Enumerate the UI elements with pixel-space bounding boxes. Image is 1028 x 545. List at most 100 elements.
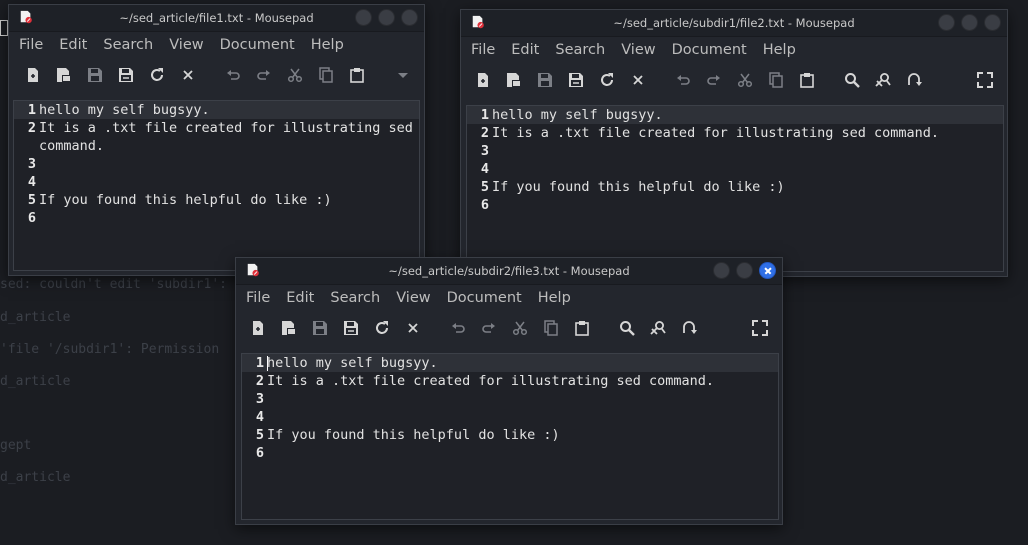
undo-icon[interactable] xyxy=(450,320,466,336)
menu-bar: File Edit Search View Document Help xyxy=(236,285,782,311)
close-document-icon[interactable] xyxy=(180,67,196,83)
toolbar xyxy=(9,58,424,92)
editor-line: 2 It is a .txt file created for illustrat… xyxy=(480,125,940,141)
menu-edit[interactable]: Edit xyxy=(511,42,539,58)
mousepad-window-file1[interactable]: ~/sed_article/file1.txt - Mousepad File … xyxy=(8,4,425,276)
menu-search[interactable]: Search xyxy=(330,290,380,306)
cut-icon[interactable] xyxy=(287,67,303,83)
new-window-icon[interactable] xyxy=(56,67,72,83)
undo-icon[interactable] xyxy=(675,72,691,88)
editor-line: 4 xyxy=(480,161,489,177)
redo-icon[interactable] xyxy=(706,72,722,88)
close-document-icon[interactable] xyxy=(405,320,421,336)
terminal-line: d_article xyxy=(0,470,71,485)
close-document-icon[interactable] xyxy=(630,72,646,88)
mousepad-window-file3[interactable]: ~/sed_article/subdir2/file3.txt - Mousep… xyxy=(235,257,783,525)
close-button[interactable] xyxy=(401,9,418,26)
save-icon[interactable] xyxy=(312,320,328,336)
menu-search[interactable]: Search xyxy=(103,37,153,53)
editor-line: 5 If you found this helpful do like :) xyxy=(27,192,332,208)
text-editor[interactable]: 1 hello my self bugsyy. 2 It is a .txt fil… xyxy=(466,105,1004,272)
terminal-line: gept xyxy=(0,438,32,453)
fullscreen-icon[interactable] xyxy=(977,72,993,88)
new-document-icon[interactable] xyxy=(250,320,266,336)
title-bar[interactable]: ~/sed_article/subdir1/file2.txt - Mousep… xyxy=(461,10,1007,37)
toolbar-overflow-icon[interactable] xyxy=(395,67,411,83)
menu-document[interactable]: Document xyxy=(447,290,522,306)
terminal-line: 'file '/subdir1': Permission xyxy=(0,342,220,357)
find-replace-icon[interactable] xyxy=(650,320,666,336)
reload-icon[interactable] xyxy=(149,67,165,83)
menu-help[interactable]: Help xyxy=(538,290,571,306)
editor-line: command. xyxy=(39,138,105,154)
menu-help[interactable]: Help xyxy=(763,42,796,58)
menu-search[interactable]: Search xyxy=(555,42,605,58)
search-icon[interactable] xyxy=(619,320,635,336)
new-document-icon[interactable] xyxy=(475,72,491,88)
paste-icon[interactable] xyxy=(799,72,815,88)
editor-line: 6 xyxy=(480,197,489,213)
close-button[interactable] xyxy=(984,14,1001,31)
maximize-button[interactable] xyxy=(736,262,753,279)
window-title: ~/sed_article/subdir1/file2.txt - Mousep… xyxy=(613,16,855,30)
menu-file[interactable]: File xyxy=(246,290,270,306)
save-as-icon[interactable] xyxy=(343,320,359,336)
copy-icon[interactable] xyxy=(318,67,334,83)
cut-icon[interactable] xyxy=(512,320,528,336)
editor-line: 5 If you found this helpful do like :) xyxy=(480,179,785,195)
title-bar[interactable]: ~/sed_article/subdir2/file3.txt - Mousep… xyxy=(236,258,782,285)
new-window-icon[interactable] xyxy=(281,320,297,336)
menu-file[interactable]: File xyxy=(19,37,43,53)
copy-icon[interactable] xyxy=(768,72,784,88)
go-to-line-icon[interactable] xyxy=(681,320,697,336)
minimize-button[interactable] xyxy=(938,14,955,31)
save-as-icon[interactable] xyxy=(568,72,584,88)
reload-icon[interactable] xyxy=(599,72,615,88)
editor-line: 4 xyxy=(27,174,36,190)
text-editor[interactable]: 1 hello my self bugsyy. 2 It is a .txt fil… xyxy=(241,353,779,520)
editor-line: 6 xyxy=(255,445,264,461)
go-to-line-icon[interactable] xyxy=(906,72,922,88)
menu-file[interactable]: File xyxy=(471,42,495,58)
find-replace-icon[interactable] xyxy=(875,72,891,88)
terminal-line: d_article xyxy=(0,374,71,389)
menu-document[interactable]: Document xyxy=(220,37,295,53)
cut-icon[interactable] xyxy=(737,72,753,88)
close-button[interactable] xyxy=(759,262,776,279)
save-icon[interactable] xyxy=(87,67,103,83)
menu-view[interactable]: View xyxy=(169,37,203,53)
editor-line: 3 xyxy=(255,391,264,407)
menu-document[interactable]: Document xyxy=(672,42,747,58)
editor-line: 1 hello my self bugsyy. xyxy=(14,101,419,119)
terminal-cursor xyxy=(0,20,8,36)
reload-icon[interactable] xyxy=(374,320,390,336)
copy-icon[interactable] xyxy=(543,320,559,336)
new-window-icon[interactable] xyxy=(506,72,522,88)
minimize-button[interactable] xyxy=(713,262,730,279)
editor-line: 5 If you found this helpful do like :) xyxy=(255,427,560,443)
save-as-icon[interactable] xyxy=(118,67,134,83)
text-editor[interactable]: 1 hello my self bugsyy. 2 It is a .txt fil… xyxy=(13,100,420,271)
minimize-button[interactable] xyxy=(355,9,372,26)
menu-help[interactable]: Help xyxy=(311,37,344,53)
menu-view[interactable]: View xyxy=(396,290,430,306)
redo-icon[interactable] xyxy=(481,320,497,336)
save-icon[interactable] xyxy=(537,72,553,88)
menu-view[interactable]: View xyxy=(621,42,655,58)
redo-icon[interactable] xyxy=(256,67,272,83)
editor-line: 2 It is a .txt file created for illustrat… xyxy=(27,120,413,136)
paste-icon[interactable] xyxy=(349,67,365,83)
menu-bar: File Edit Search View Document Help xyxy=(461,37,1007,63)
fullscreen-icon[interactable] xyxy=(752,320,768,336)
maximize-button[interactable] xyxy=(961,14,978,31)
undo-icon[interactable] xyxy=(225,67,241,83)
menu-edit[interactable]: Edit xyxy=(286,290,314,306)
menu-edit[interactable]: Edit xyxy=(59,37,87,53)
maximize-button[interactable] xyxy=(378,9,395,26)
search-icon[interactable] xyxy=(844,72,860,88)
mousepad-window-file2[interactable]: ~/sed_article/subdir1/file2.txt - Mousep… xyxy=(460,9,1008,277)
new-document-icon[interactable] xyxy=(25,67,41,83)
paste-icon[interactable] xyxy=(574,320,590,336)
editor-line: 4 xyxy=(255,409,264,425)
title-bar[interactable]: ~/sed_article/file1.txt - Mousepad xyxy=(9,5,424,32)
